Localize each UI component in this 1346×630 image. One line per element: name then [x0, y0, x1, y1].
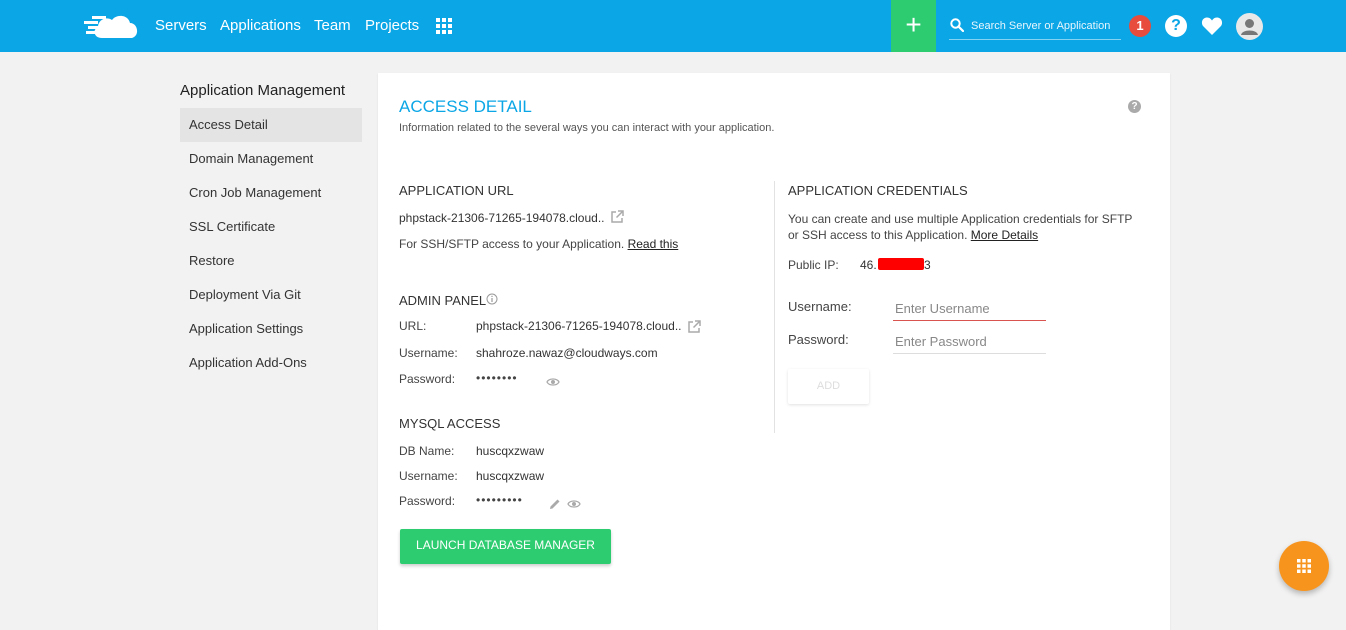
add-credential-button[interactable]: ADD	[788, 369, 869, 404]
search-box	[949, 14, 1121, 40]
edit-pencil-icon[interactable]	[549, 498, 561, 510]
info-icon[interactable]	[486, 293, 498, 305]
cloudways-logo[interactable]	[84, 12, 140, 40]
user-avatar[interactable]	[1236, 13, 1263, 40]
sidebar-item-domain-management[interactable]: Domain Management	[180, 142, 362, 176]
page-title: ACCESS DETAIL	[399, 97, 532, 116]
sidebar-item-access-detail[interactable]: Access Detail	[180, 108, 362, 142]
public-ip-value-end: 3	[924, 258, 931, 272]
sidebar-item-ssl-certificate[interactable]: SSL Certificate	[180, 210, 362, 244]
mysql-access-heading: MYSQL ACCESS	[399, 416, 501, 431]
admin-username-value: shahroze.nawaz@cloudways.com	[476, 346, 658, 360]
credentials-description-line2: or SSH access to this Application. More …	[788, 228, 1038, 242]
db-name-label: DB Name:	[399, 444, 455, 458]
notification-badge[interactable]: 1	[1129, 15, 1151, 37]
user-icon	[1241, 19, 1258, 35]
credentials-description-line1: You can create and use multiple Applicat…	[788, 212, 1133, 226]
application-url-link[interactable]: phpstack-21306-71265-194078.cloud..	[399, 211, 605, 225]
apps-grid-icon	[1297, 559, 1311, 573]
sidebar-item-cron-job-management[interactable]: Cron Job Management	[180, 176, 362, 210]
nav-projects[interactable]: Projects	[365, 0, 419, 52]
db-name-value: huscqxzwaw	[476, 444, 545, 458]
more-details-link[interactable]: More Details	[971, 228, 1038, 242]
public-ip-value-start: 46.	[860, 258, 877, 272]
credential-username-input[interactable]	[893, 296, 1046, 321]
admin-username-label: Username:	[399, 346, 458, 360]
db-username-label: Username:	[399, 469, 458, 483]
db-username-value: huscqxzwaw	[476, 469, 545, 483]
apps-grid-icon[interactable]	[436, 18, 452, 34]
add-new-button[interactable]: +	[891, 0, 936, 52]
sidebar-item-application-add-ons[interactable]: Application Add-Ons	[180, 346, 362, 380]
sidebar-item-restore[interactable]: Restore	[180, 244, 362, 278]
application-url-heading: APPLICATION URL	[399, 183, 514, 198]
nav-servers[interactable]: Servers	[155, 0, 207, 52]
eye-icon[interactable]	[546, 377, 560, 387]
access-detail-panel: ACCESS DETAIL Information related to the…	[378, 73, 1170, 630]
ssh-access-label: For SSH/SFTP access to your Application.	[399, 237, 625, 251]
page-subtitle: Information related to the several ways …	[399, 122, 775, 134]
external-link-icon[interactable]	[687, 320, 701, 334]
admin-url-link[interactable]: phpstack-21306-71265-194078.cloud..	[476, 319, 682, 333]
read-this-link[interactable]: Read this	[628, 237, 679, 251]
nav-applications[interactable]: Applications	[220, 0, 301, 52]
ssh-access-text: For SSH/SFTP access to your Application.…	[399, 237, 678, 251]
help-icon[interactable]: ?	[1165, 15, 1187, 37]
external-link-icon[interactable]	[610, 210, 624, 224]
admin-url-label: URL:	[399, 319, 427, 333]
redaction-mark	[878, 258, 924, 270]
public-ip-label: Public IP:	[788, 258, 839, 272]
search-input[interactable]	[971, 16, 1119, 36]
column-divider	[774, 181, 775, 433]
eye-icon[interactable]	[567, 499, 581, 509]
application-credentials-heading: APPLICATION CREDENTIALS	[788, 183, 968, 198]
sidebar-item-deployment-via-git[interactable]: Deployment Via Git	[180, 278, 362, 312]
top-navbar: Servers Applications Team Projects + 1 ?	[0, 0, 1346, 52]
sidebar-item-application-settings[interactable]: Application Settings	[180, 312, 362, 346]
credential-password-label: Password:	[788, 332, 849, 347]
launch-database-manager-button[interactable]: LAUNCH DATABASE MANAGER	[400, 529, 611, 564]
nav-team[interactable]: Team	[314, 0, 351, 52]
help-icon[interactable]: ?	[1128, 100, 1141, 113]
search-icon	[950, 18, 964, 32]
admin-panel-heading: ADMIN PANEL	[399, 293, 487, 308]
heart-icon[interactable]	[1201, 16, 1223, 36]
admin-password-label: Password:	[399, 372, 456, 386]
sidebar-title: Application Management	[180, 82, 346, 99]
floating-apps-button[interactable]	[1279, 541, 1329, 591]
db-password-label: Password:	[399, 494, 456, 508]
credentials-description-text: or SSH access to this Application.	[788, 228, 968, 242]
db-password-value: •••••••••	[476, 493, 523, 507]
credential-password-input[interactable]	[893, 329, 1046, 354]
credential-username-label: Username:	[788, 299, 852, 314]
admin-password-value: ••••••••	[476, 371, 518, 385]
